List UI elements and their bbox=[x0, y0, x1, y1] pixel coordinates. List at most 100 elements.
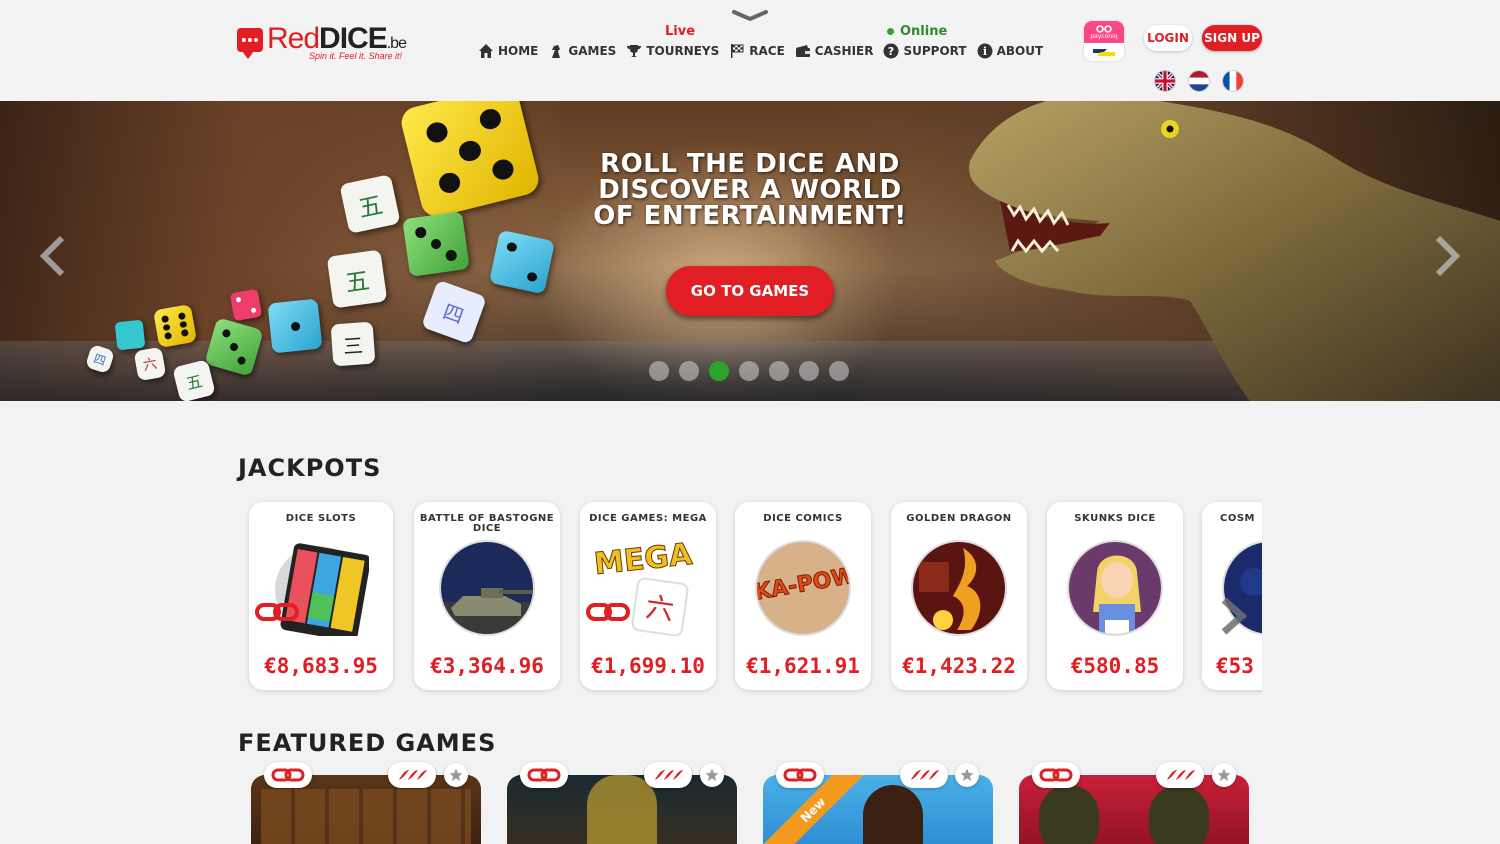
chili-icon bbox=[655, 770, 683, 780]
nav-race-label: RACE bbox=[749, 44, 785, 58]
linked-jackpot-badge bbox=[776, 762, 824, 788]
signup-button[interactable]: SIGN UP bbox=[1202, 25, 1262, 51]
kapow-logo-text: KA-POW bbox=[755, 563, 851, 606]
cyan-die-icon bbox=[114, 319, 146, 351]
main-nav: HOME GAMES TOURNEYS RACE CASHIER ? SUPPO… bbox=[478, 43, 1043, 59]
svg-text:?: ? bbox=[888, 45, 894, 58]
chevron-right-icon[interactable] bbox=[1218, 596, 1248, 636]
nav-cashier[interactable]: CASHIER bbox=[795, 43, 873, 59]
linked-jackpot-icon bbox=[1039, 768, 1073, 782]
jackpot-amount: €1,699.10 bbox=[591, 654, 705, 678]
jackpot-amount: €8,683.95 bbox=[264, 654, 378, 678]
flag-fr-icon[interactable] bbox=[1222, 70, 1244, 92]
logo-tld: .be bbox=[386, 35, 407, 52]
jackpot-card[interactable]: BATTLE OF BASTOGNE DICE €3,364.96 bbox=[414, 502, 560, 690]
nav-about[interactable]: i ABOUT bbox=[977, 43, 1044, 59]
hot-game-badge bbox=[1156, 762, 1204, 788]
jackpot-thumbnail: KA-POW bbox=[755, 540, 851, 636]
jackpot-card[interactable]: GOLDEN DRAGON €1,423.22 bbox=[891, 502, 1027, 690]
wallet-icon bbox=[795, 45, 810, 57]
favorite-star-icon[interactable] bbox=[700, 763, 724, 787]
featured-games-title: FEATURED GAMES bbox=[238, 729, 497, 757]
jackpot-game-name: COSM bbox=[1220, 513, 1255, 524]
jackpots-carousel: DICE SLOTS €8,683.95 BATTLE OF BASTOGNE … bbox=[238, 496, 1262, 696]
jackpot-amount: €580.85 bbox=[1070, 654, 1160, 678]
chevron-down-icon[interactable] bbox=[731, 8, 769, 24]
go-to-games-button[interactable]: GO TO GAMES bbox=[666, 266, 834, 316]
login-button[interactable]: LOGIN bbox=[1144, 25, 1192, 51]
hero-carousel: 五 五 四 三 六 四 五 ROLL THE DICE AND DISCOVER… bbox=[0, 101, 1500, 401]
jackpot-card[interactable]: DICE GAMES: MEGA MEGA 六 €1,699.10 bbox=[580, 502, 716, 690]
trophy-icon bbox=[627, 45, 642, 57]
carousel-dot[interactable] bbox=[679, 361, 699, 381]
info-icon: i bbox=[977, 43, 993, 59]
blue-die-icon bbox=[488, 229, 556, 295]
favorite-star-icon[interactable] bbox=[444, 763, 468, 787]
hot-game-badge bbox=[388, 762, 436, 788]
blue-die-icon bbox=[267, 298, 323, 354]
trex-illustration bbox=[969, 101, 1500, 401]
carousel-dot[interactable] bbox=[829, 361, 849, 381]
jackpots-title: JACKPOTS bbox=[238, 454, 382, 482]
payconiq-icon bbox=[1096, 24, 1112, 33]
carousel-dot-active[interactable] bbox=[709, 361, 729, 381]
linked-jackpot-icon bbox=[586, 603, 630, 621]
jackpot-amount: €1,423.22 bbox=[902, 654, 1016, 678]
linked-jackpot-icon bbox=[783, 768, 817, 782]
jackpot-game-name: DICE COMICS bbox=[763, 513, 843, 524]
nav-support[interactable]: ? SUPPORT bbox=[883, 43, 967, 59]
bancontact-logo bbox=[1084, 43, 1124, 61]
mahjong-tile-icon: 五 bbox=[326, 249, 388, 309]
logo-tagline: Spin it. Feel it. Share it! bbox=[309, 51, 403, 61]
flag-nl-icon[interactable] bbox=[1188, 70, 1210, 92]
jackpot-game-name: DICE SLOTS bbox=[285, 513, 357, 524]
chili-icon bbox=[399, 770, 427, 780]
carousel-dot[interactable] bbox=[799, 361, 819, 381]
nav-tourneys[interactable]: TOURNEYS bbox=[626, 43, 719, 59]
carousel-dot[interactable] bbox=[769, 361, 789, 381]
home-icon bbox=[479, 44, 493, 58]
green-die-icon bbox=[402, 211, 470, 277]
chevron-left-icon[interactable] bbox=[38, 236, 68, 276]
jackpot-amount: €53 bbox=[1216, 654, 1254, 678]
payconiq-logo: payconiq bbox=[1084, 21, 1124, 43]
nav-home-label: HOME bbox=[498, 44, 539, 58]
payconiq-label: payconiq bbox=[1090, 32, 1118, 40]
jackpot-card[interactable]: DICE COMICS KA-POW €1,621.91 bbox=[735, 502, 871, 690]
payconiq-button[interactable]: payconiq bbox=[1084, 21, 1124, 61]
yellow-die-icon bbox=[152, 303, 198, 349]
mahjong-tile-icon: 三 bbox=[330, 321, 376, 367]
site-logo[interactable]: RedDICE.be Spin it. Feel it. Share it! bbox=[237, 22, 417, 64]
nav-tourneys-label: TOURNEYS bbox=[646, 44, 720, 58]
svg-text:i: i bbox=[982, 45, 986, 58]
linked-jackpot-icon bbox=[527, 768, 561, 782]
jackpot-game-name: BATTLE OF BASTOGNE DICE bbox=[419, 513, 555, 534]
favorite-star-icon[interactable] bbox=[955, 763, 979, 787]
nav-home[interactable]: HOME bbox=[478, 43, 538, 59]
live-label: Live bbox=[665, 24, 696, 39]
linked-jackpot-icon bbox=[271, 768, 305, 782]
flag-uk-icon[interactable] bbox=[1154, 70, 1176, 92]
hero-headline: ROLL THE DICE AND DISCOVER A WORLD OF EN… bbox=[593, 149, 907, 231]
linked-jackpot-badge bbox=[1032, 762, 1080, 788]
jackpot-card[interactable]: DICE SLOTS €8,683.95 bbox=[249, 502, 393, 690]
nav-games[interactable]: GAMES bbox=[548, 43, 616, 59]
jackpot-card[interactable]: SKUNKS DICE €580.85 bbox=[1047, 502, 1183, 690]
nav-race[interactable]: RACE bbox=[729, 43, 785, 59]
nav-about-label: ABOUT bbox=[996, 44, 1044, 58]
hot-game-badge bbox=[644, 762, 692, 788]
jackpot-thumbnail bbox=[439, 540, 535, 636]
linked-jackpot-badge bbox=[520, 762, 568, 788]
jackpot-amount: €1,621.91 bbox=[746, 654, 860, 678]
pink-die-icon bbox=[229, 288, 263, 322]
chevron-right-icon[interactable] bbox=[1432, 236, 1462, 276]
jackpot-game-name: SKUNKS DICE bbox=[1074, 513, 1156, 524]
jackpot-thumbnail bbox=[911, 540, 1007, 636]
carousel-dot[interactable] bbox=[739, 361, 759, 381]
favorite-star-icon[interactable] bbox=[1212, 763, 1236, 787]
jackpot-game-name: DICE GAMES: MEGA bbox=[589, 513, 707, 524]
jackpot-game-name: GOLDEN DRAGON bbox=[906, 513, 1012, 524]
carousel-dot[interactable] bbox=[649, 361, 669, 381]
linked-jackpot-icon bbox=[255, 603, 299, 621]
chili-icon bbox=[911, 770, 939, 780]
